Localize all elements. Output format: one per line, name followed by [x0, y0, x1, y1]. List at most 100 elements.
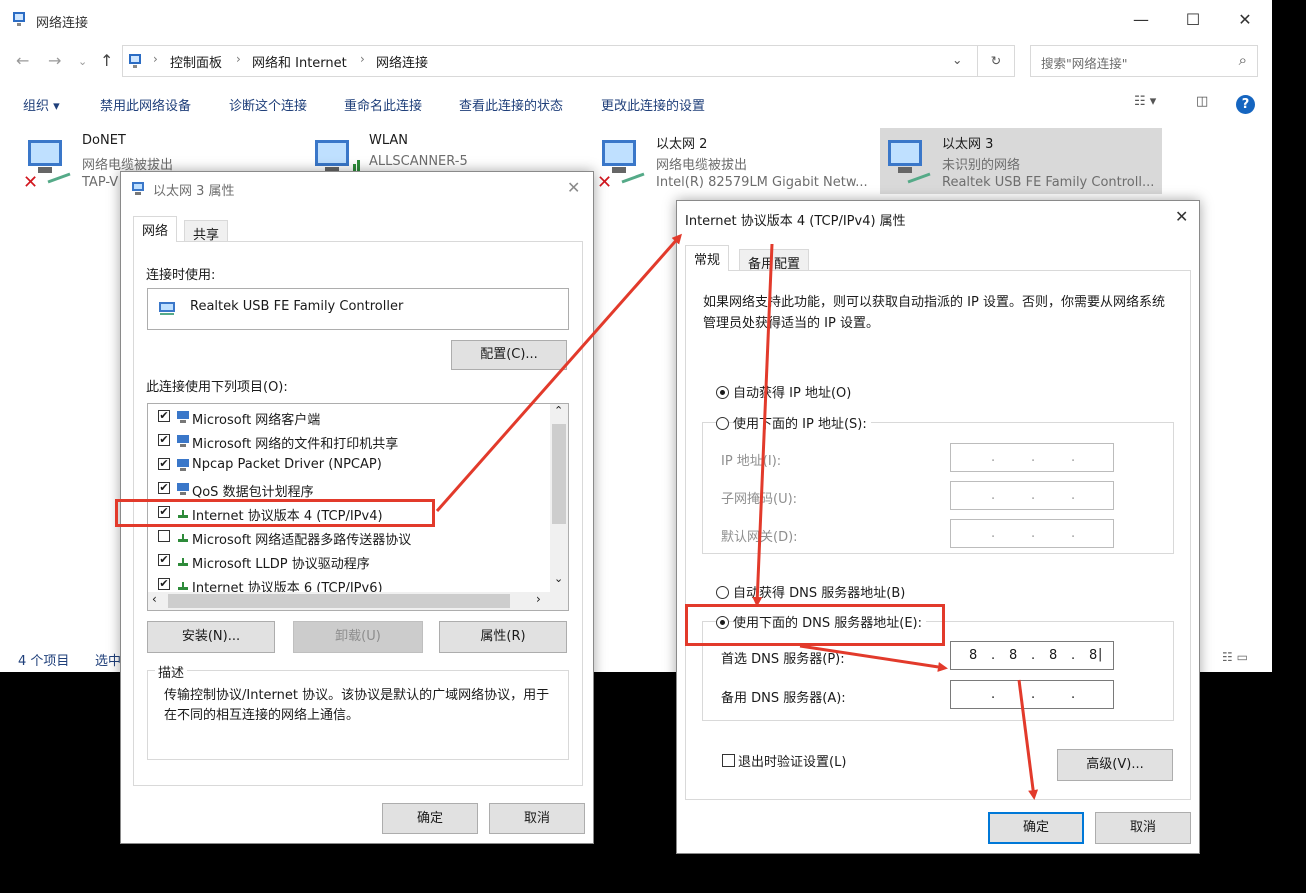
address-bar[interactable] [122, 45, 978, 77]
breadcrumb-item[interactable]: 网络连接 [376, 52, 428, 71]
item-label: Npcap Packet Driver (NPCAP) [192, 457, 382, 472]
ipv4-properties-dialog: Internet 协议版本 4 (TCP/IPv4) 属性 ✕ 常规 备用配置 … [676, 200, 1200, 854]
auto-ip-label: 自动获得 IP 地址(O) [733, 386, 852, 401]
highlight-ipv4-item [115, 499, 435, 527]
list-item[interactable]: ✔ Npcap Packet Driver (NPCAP) [156, 454, 546, 476]
item-checkbox[interactable]: ✔ [158, 578, 170, 590]
minimize-button[interactable]: — [1118, 6, 1164, 34]
connection-ethernet-2[interactable]: ✕ 以太网 2 网络电缆被拔出 Intel(R) 82579LM Gigabit… [594, 128, 868, 194]
recent-chevron-icon[interactable]: ⌄ [78, 55, 87, 68]
item-checkbox[interactable]: ✔ [158, 458, 170, 470]
alternate-dns-field[interactable]: ... [950, 680, 1114, 709]
ok-button[interactable]: 确定 [988, 812, 1084, 844]
connection-device: Realtek USB FE Family Controll... [942, 175, 1155, 190]
refresh-icon[interactable]: ↻ [977, 45, 1015, 77]
ok-button[interactable]: 确定 [382, 803, 478, 834]
list-item[interactable]: Microsoft 网络适配器多路传送器协议 [156, 526, 546, 548]
item-checkbox[interactable]: ✔ [158, 482, 170, 494]
connection-ethernet-3[interactable]: 以太网 3 未识别的网络 Realtek USB FE Family Contr… [880, 128, 1162, 194]
advanced-button[interactable]: 高级(V)... [1057, 749, 1173, 781]
scroll-thumb[interactable] [552, 424, 566, 524]
highlight-manual-dns [685, 604, 945, 646]
item-label: QoS 数据包计划程序 [192, 485, 314, 500]
search-input[interactable]: 搜索"网络连接" ⌕ [1030, 45, 1258, 77]
list-item[interactable]: ✔ Microsoft 网络客户端 [156, 406, 546, 428]
network-client-icon [177, 435, 189, 447]
preferred-dns-label: 首选 DNS 服务器(P): [721, 652, 845, 667]
connection-name: DoNET [82, 133, 126, 148]
properties-button[interactable]: 属性(R) [439, 621, 567, 653]
list-item[interactable]: ✔ Microsoft LLDP 协议驱动程序 [156, 550, 546, 572]
auto-dns-radio[interactable] [716, 586, 729, 599]
description-text: 传输控制协议/Internet 协议。该协议是默认的广域网络协议，用于在不同的相… [164, 688, 550, 723]
validate-checkbox[interactable] [722, 754, 735, 767]
search-placeholder: 搜索"网络连接" [1041, 56, 1128, 71]
manual-ip-radio[interactable] [716, 417, 729, 430]
maximize-button[interactable]: ☐ [1170, 6, 1216, 34]
list-item[interactable]: ✔ Microsoft 网络的文件和打印机共享 [156, 430, 546, 452]
details-view-icon[interactable]: ☷ ▭ [1222, 650, 1248, 664]
item-checkbox[interactable]: ✔ [158, 434, 170, 446]
close-button[interactable]: ✕ [1222, 6, 1268, 34]
network-adapter-icon: ✕ [597, 140, 645, 188]
disable-device-command[interactable]: 禁用此网络设备 [100, 95, 191, 114]
network-adapter-icon: ✕ [23, 140, 71, 188]
breadcrumb-item[interactable]: 控制面板 [170, 52, 222, 71]
up-arrow-icon[interactable]: ↑ [100, 51, 113, 70]
connection-device: TAP-V [82, 175, 119, 190]
tab-general[interactable]: 常规 [685, 245, 730, 271]
network-client-icon [177, 411, 189, 423]
ip-address-field: ... [950, 443, 1114, 472]
connection-status: ALLSCANNER-5 [369, 154, 468, 169]
network-adapter-icon [132, 182, 144, 195]
selection-count: 选中 [95, 654, 122, 669]
install-button[interactable]: 安装(N)... [147, 621, 275, 653]
list-item[interactable]: ✔ QoS 数据包计划程序 [156, 478, 546, 500]
item-checkbox[interactable]: ✔ [158, 410, 170, 422]
tab-sharing[interactable]: 共享 [184, 220, 229, 243]
item-checkbox[interactable] [158, 530, 170, 542]
tab-network[interactable]: 网络 [133, 216, 178, 242]
network-adapter-icon [888, 140, 931, 184]
cancel-button[interactable]: 取消 [1095, 812, 1191, 844]
search-icon: ⌕ [1238, 51, 1247, 69]
close-icon[interactable]: ✕ [567, 178, 580, 197]
auto-ip-radio[interactable] [716, 386, 729, 399]
tab-alternate-config[interactable]: 备用配置 [739, 249, 810, 272]
scroll-thumb[interactable] [168, 594, 510, 608]
connection-name: WLAN [369, 133, 409, 148]
preview-pane-icon[interactable]: ◫ [1196, 94, 1208, 109]
view-status-command[interactable]: 查看此连接的状态 [459, 95, 563, 114]
configure-button[interactable]: 配置(C)... [451, 340, 567, 370]
dialog-title: Internet 协议版本 4 (TCP/IPv4) 属性 [685, 214, 906, 229]
manual-ip-label: 使用下面的 IP 地址(S): [733, 413, 871, 432]
connect-using-label: 连接时使用: [146, 268, 216, 283]
item-checkbox[interactable]: ✔ [158, 554, 170, 566]
alternate-dns-label: 备用 DNS 服务器(A): [721, 691, 846, 706]
change-settings-command[interactable]: 更改此连接的设置 [601, 95, 705, 114]
uninstall-button: 卸载(U) [293, 621, 423, 653]
help-icon[interactable]: ? [1236, 95, 1255, 114]
organize-menu[interactable]: 组织 ▾ [23, 95, 60, 114]
cancel-button[interactable]: 取消 [489, 803, 585, 834]
auto-dns-label: 自动获得 DNS 服务器地址(B) [733, 586, 906, 601]
connection-name: 以太网 3 [942, 137, 994, 152]
rename-command[interactable]: 重命名此连接 [344, 95, 422, 114]
description-label: 描述 [155, 662, 188, 681]
address-dropdown-icon[interactable]: ⌄ [952, 52, 962, 67]
preferred-dns-field[interactable]: 8 . 8 . 8 . 8 | [950, 641, 1114, 670]
gateway-field: ... [950, 519, 1114, 548]
network-connections-icon [13, 12, 25, 26]
dialog-title: 以太网 3 属性 [153, 184, 235, 199]
view-options-icon[interactable]: ☷ ▾ [1134, 94, 1156, 109]
back-arrow-icon[interactable]: ← [16, 51, 29, 70]
control-panel-icon [129, 54, 141, 68]
vertical-scrollbar[interactable]: ⌃ ⌄ [550, 404, 568, 592]
protocol-icon [178, 582, 188, 590]
forward-arrow-icon[interactable]: → [48, 51, 61, 70]
horizontal-scrollbar[interactable]: ‹ › [148, 592, 568, 610]
item-label: Microsoft 网络的文件和打印机共享 [192, 437, 399, 452]
close-icon[interactable]: ✕ [1175, 207, 1188, 226]
diagnose-command[interactable]: 诊断这个连接 [229, 95, 307, 114]
breadcrumb-item[interactable]: 网络和 Internet [252, 52, 347, 71]
